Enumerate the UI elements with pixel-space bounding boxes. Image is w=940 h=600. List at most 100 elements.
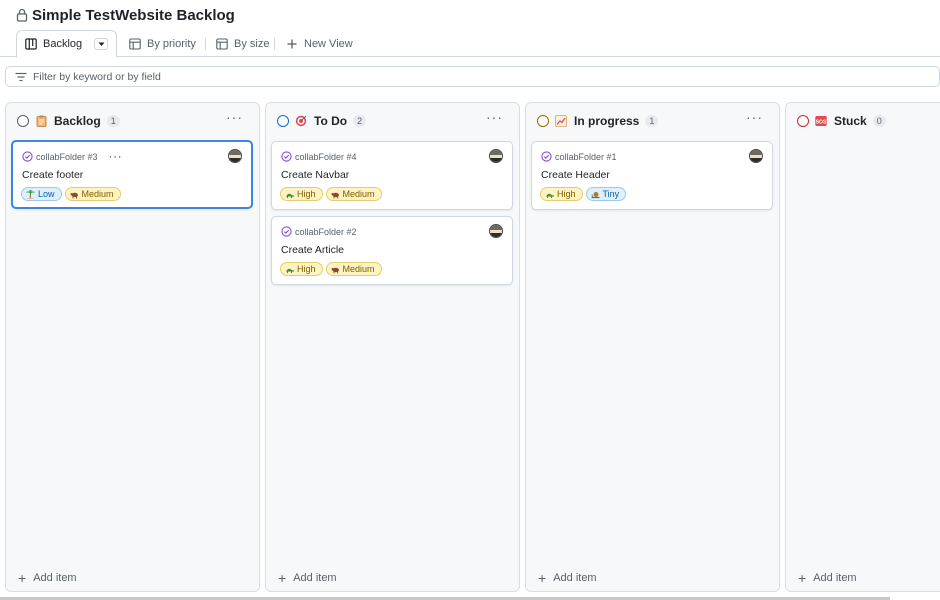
label-text: High	[557, 189, 576, 199]
ox-icon	[331, 265, 340, 274]
sos-icon: SOS	[815, 115, 827, 127]
card-reference[interactable]: collabFolder #4	[295, 152, 357, 162]
tab-backlog[interactable]: Backlog	[16, 30, 118, 58]
target-icon	[295, 115, 307, 127]
label-text: Tiny	[602, 189, 620, 199]
label-size[interactable]: Medium	[325, 187, 382, 201]
filter-input[interactable]	[33, 70, 433, 83]
lock-icon	[16, 8, 28, 22]
snail-icon	[591, 190, 600, 199]
label-text: Low	[38, 189, 55, 199]
filter-bar	[5, 66, 940, 87]
column-name: Stuck	[834, 114, 867, 128]
chart-increasing-icon	[555, 115, 567, 127]
board-icon	[25, 38, 37, 50]
card-title[interactable]: Create footer	[22, 169, 83, 181]
ox-icon	[70, 190, 79, 199]
column-name: To Do	[314, 114, 348, 128]
card-labels: High Medium	[280, 262, 382, 276]
issue-closed-icon	[281, 151, 292, 162]
table-icon	[216, 37, 228, 50]
label-priority[interactable]: High	[280, 262, 323, 276]
page-title: Simple TestWebsite Backlog	[32, 6, 235, 24]
column-to-do: To Do 2 ··· collabFolder #4 Create Navba…	[265, 102, 520, 592]
turtle-icon	[545, 190, 554, 199]
label-text: Medium	[342, 264, 375, 274]
card-title[interactable]: Create Navbar	[281, 169, 349, 181]
avatar[interactable]	[489, 224, 503, 238]
avatar[interactable]	[228, 149, 242, 163]
add-item-label: Add item	[813, 572, 857, 584]
issue-closed-icon	[281, 226, 292, 237]
avatar[interactable]	[749, 149, 763, 163]
column-name: In progress	[574, 114, 640, 128]
label-text: High	[297, 189, 316, 199]
new-view-button[interactable]: New View	[278, 30, 361, 57]
add-item-label: Add item	[293, 572, 337, 584]
card-labels: High Tiny	[540, 187, 627, 201]
card-reference[interactable]: collabFolder #1	[555, 152, 617, 162]
issue-closed-icon	[541, 151, 552, 162]
card-reference[interactable]: collabFolder #2	[295, 227, 357, 237]
tab-by-priority[interactable]: By priority	[121, 30, 204, 57]
label-priority[interactable]: High	[540, 187, 583, 201]
card-labels: Low Medium	[21, 187, 121, 201]
label-priority[interactable]: High	[280, 187, 323, 201]
tab-divider	[274, 38, 275, 50]
column-name: Backlog	[54, 114, 101, 128]
column-backlog: Backlog 1 ··· collabFolder #3 ··· Create…	[5, 102, 260, 592]
tab-label: By size	[234, 37, 270, 50]
label-size[interactable]: Medium	[64, 187, 121, 201]
status-circle-icon	[537, 115, 549, 127]
avatar[interactable]	[489, 149, 503, 163]
svg-text:SOS: SOS	[816, 120, 827, 126]
column-menu-button[interactable]: ···	[226, 110, 243, 124]
filter-icon	[15, 72, 27, 81]
card-menu-button[interactable]: ···	[109, 151, 123, 162]
issue-closed-icon	[22, 151, 33, 162]
label-text: High	[297, 264, 316, 274]
card-reference[interactable]: collabFolder #3	[36, 152, 98, 162]
card-item[interactable]: collabFolder #2 Create Article High Medi…	[271, 216, 513, 285]
turtle-icon	[285, 190, 294, 199]
add-item-label: Add item	[553, 572, 597, 584]
tab-divider	[205, 38, 206, 50]
card-title[interactable]: Create Article	[281, 244, 344, 256]
add-item-label: Add item	[33, 572, 77, 584]
label-priority[interactable]: Low	[21, 187, 62, 201]
tab-label: By priority	[147, 37, 196, 50]
card-item[interactable]: collabFolder #4 Create Navbar High Mediu…	[271, 141, 513, 210]
column-count-badge: 2	[353, 115, 367, 127]
column-header: Backlog 1	[6, 103, 259, 139]
add-item-button[interactable]: + Add item	[798, 571, 857, 585]
card-meta: collabFolder #2	[281, 226, 357, 237]
column-menu-button[interactable]: ···	[746, 110, 763, 124]
plus-icon: +	[538, 570, 547, 586]
label-size[interactable]: Tiny	[585, 187, 627, 201]
plus-icon	[287, 39, 297, 48]
tab-label: New View	[304, 37, 353, 50]
card-title[interactable]: Create Header	[541, 169, 610, 181]
tab-by-size[interactable]: By size	[208, 30, 277, 57]
label-text: Medium	[81, 189, 114, 199]
label-size[interactable]: Medium	[325, 262, 382, 276]
label-text: Medium	[342, 189, 375, 199]
add-item-button[interactable]: + Add item	[278, 571, 337, 585]
column-count-badge: 0	[872, 115, 886, 127]
column-menu-button[interactable]: ···	[486, 110, 503, 124]
column-count-badge: 1	[645, 115, 659, 127]
add-item-button[interactable]: + Add item	[538, 570, 597, 586]
palm-tree-icon	[26, 189, 35, 199]
add-item-button[interactable]: + Add item	[18, 571, 77, 585]
caret-down-icon	[98, 42, 105, 46]
project-header: Simple TestWebsite Backlog	[16, 5, 235, 25]
tab-options-button[interactable]	[94, 38, 109, 50]
column-count-badge: 1	[106, 115, 120, 127]
column-header: In progress 1	[526, 103, 779, 139]
column-header: To Do 2	[266, 103, 519, 139]
card-item[interactable]: collabFolder #1 Create Header High Tiny	[531, 141, 773, 210]
clipboard-icon	[35, 115, 47, 127]
tab-label: Backlog	[43, 38, 83, 50]
card-labels: High Medium	[280, 187, 382, 201]
card-item[interactable]: collabFolder #3 ··· Create footer Low Me…	[11, 140, 253, 209]
